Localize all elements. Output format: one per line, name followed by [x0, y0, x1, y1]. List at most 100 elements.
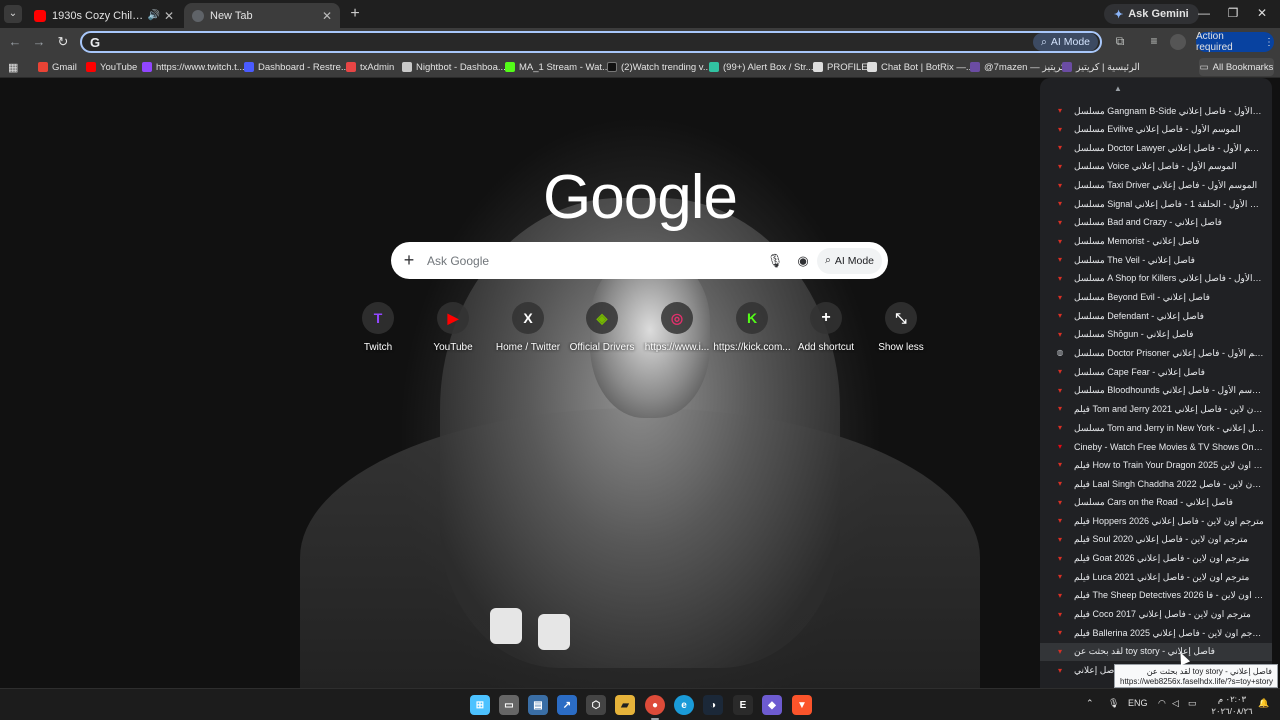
reload-button[interactable]: ↻ [54, 33, 72, 51]
shortcut-show-less[interactable]: ⤡ Show less [861, 302, 941, 353]
bookmark-streamlabs[interactable]: (99+) Alert Box / Str... [709, 60, 814, 74]
action-required-button[interactable]: Action required ⋮ [1196, 31, 1274, 53]
history-item[interactable]: ▾ فيلم Luca 2021 مترجم اون لاين - فاصل إع… [1040, 568, 1272, 586]
game-app-icon[interactable]: ◆ [762, 695, 782, 715]
notification-icon[interactable]: 🔔 [1258, 698, 1269, 709]
history-item[interactable]: ▾ مسلسل Memorist - فاصل إعلاني [1040, 233, 1272, 251]
clock[interactable]: ٠٢:٠٣ م ٢٠٢٦/٠٨/٢٦ [1210, 693, 1254, 717]
forward-button[interactable]: → [30, 33, 48, 51]
shortcut-youtube[interactable]: ▶ YouTube [413, 302, 493, 353]
close-tab-icon[interactable]: ✕ [322, 9, 332, 23]
new-tab-button[interactable]: + [346, 5, 364, 23]
history-item[interactable]: ▾ فيلم Soul 2020 مترجم اون لاين - فاصل إع… [1040, 531, 1272, 549]
extensions-icon[interactable]: ⧉ [1112, 34, 1128, 50]
close-window-button[interactable]: ✕ [1255, 6, 1269, 20]
history-item[interactable]: ▾ فيلم Coco 2017 مترجم اون لاين - فاصل إع… [1040, 606, 1272, 624]
address-bar[interactable]: G ⌕ AI Mode [80, 31, 1102, 53]
apps-grid-icon[interactable]: ▦ [8, 60, 18, 74]
all-bookmarks-button[interactable]: ▭ All Bookmarks [1199, 58, 1274, 76]
history-item[interactable]: ▾ مسلسل Cars on the Road - فاصل إعلاني [1040, 494, 1272, 512]
epic-games-icon[interactable]: E [733, 695, 753, 715]
back-button[interactable]: ← [6, 33, 24, 51]
task-view-icon[interactable]: ▭ [499, 695, 519, 715]
restore-button[interactable]: ❐ [1226, 6, 1240, 20]
history-item[interactable]: ▾ فيلم Hoppers 2026 مترجم اون لاين - فاصل… [1040, 512, 1272, 530]
edge-icon[interactable]: e [674, 695, 694, 715]
shortcut-add[interactable]: + Add shortcut [786, 302, 866, 353]
history-item[interactable]: ◍ مسلسل Doctor Prisoner الموسم الأول - فا… [1040, 344, 1273, 362]
history-item[interactable]: ▾ فيلم Ballerina 2025 مترجم اون لاين - فا… [1040, 624, 1272, 642]
lens-icon[interactable]: ◉ [789, 253, 817, 269]
history-item[interactable]: ▾ مسلسل Voice الموسم الأول - فاصل إعلاني [1040, 158, 1272, 176]
shortcut-instagram[interactable]: ◎ https://www.i... [637, 302, 717, 353]
windows-start-icon[interactable]: ⊞ [470, 695, 490, 715]
minimize-button[interactable]: — [1197, 6, 1211, 20]
tab-new-tab[interactable]: New Tab ✕ [184, 3, 340, 28]
history-item[interactable]: ▾ فيلم Laal Singh Chaddha 2022 مترجم اون … [1040, 475, 1272, 493]
history-item[interactable]: ▾ Cineby - Watch Free Movies & TV Shows O… [1040, 438, 1272, 456]
shortcut-official-drivers[interactable]: ◈ Official Drivers [562, 302, 642, 353]
language-indicator[interactable]: ENG [1128, 698, 1148, 708]
bookmark-twitch[interactable]: https://www.twitch.t... [142, 60, 245, 74]
history-item[interactable]: ▾ فيلم Goat 2026 مترجم اون لاين - فاصل إع… [1040, 550, 1272, 568]
profile-avatar[interactable] [1170, 34, 1186, 50]
history-item[interactable]: ▾ مسلسل Bloodhounds الموسم الأول - فاصل إ… [1040, 382, 1272, 400]
bookmark-nightbot[interactable]: Nightbot - Dashboa... [402, 60, 506, 74]
bookmark-kick[interactable]: MA_1 Stream - Wat... [505, 60, 610, 74]
bookmark-profile[interactable]: PROFILE [813, 60, 868, 74]
bookmark-kreatez-home[interactable]: الرئيسية | كريتيز [1062, 60, 1140, 74]
file-explorer-icon[interactable]: ▰ [615, 695, 635, 715]
omnibox-ai-mode-button[interactable]: ⌕ AI Mode [1033, 33, 1098, 51]
brave-icon[interactable]: ▼ [792, 695, 812, 715]
wifi-icon[interactable]: ◠ [1158, 698, 1166, 709]
history-item[interactable]: ▾ مسلسل Beyond Evil - فاصل إعلاني [1040, 289, 1272, 307]
ask-gemini-button[interactable]: ✦ Ask Gemini [1104, 4, 1199, 24]
history-item[interactable]: ▾ مسلسل Shōgun - فاصل إعلاني [1040, 326, 1272, 344]
volume-icon[interactable]: ◁ [1172, 698, 1179, 709]
battery-icon[interactable]: ▭ [1188, 698, 1197, 709]
plus-icon[interactable]: + [391, 250, 427, 271]
history-item[interactable]: ▾ مسلسل Cape Fear - فاصل إعلاني [1040, 363, 1272, 381]
bookmark-tiktok[interactable]: (2)Watch trending v... [607, 60, 711, 74]
history-item[interactable]: ▾ مسلسل A Shop for Killers الموسم الأول -… [1040, 270, 1272, 288]
speaker-icon[interactable]: 🔊 [147, 10, 159, 21]
history-item[interactable]: ▾ لقد بحثت عن toy story - فاصل إعلاني [1040, 642, 1272, 661]
history-item[interactable]: ▾ مسلسل Gangnam B-Side الموسم الأول - فاص… [1040, 102, 1272, 120]
history-item[interactable]: ▾ فيلم Tom and Jerry 2021 مترجم اون لاين … [1040, 400, 1272, 418]
tray-chevron-icon[interactable]: ⌃ [1086, 698, 1094, 709]
history-item[interactable]: ▾ مسلسل Evilive الموسم الأول - فاصل إعلان… [1040, 121, 1272, 139]
history-item[interactable]: ▾ مسلسل Signal الموسم الأول - الحلقة 1 - … [1040, 195, 1272, 213]
shortcut-twitter[interactable]: X Home / Twitter [488, 302, 568, 353]
history-item[interactable]: ▾ فيلم How to Train Your Dragon 2025 مترج… [1040, 456, 1272, 474]
bookmark-gmail[interactable]: Gmail [38, 60, 77, 74]
shortcut-twitch[interactable]: T Twitch [338, 302, 418, 353]
history-item[interactable]: ▾ مسلسل Taxi Driver الموسم الأول - فاصل إ… [1040, 177, 1272, 195]
bookmark-kreatez-profile[interactable]: @7mazen — كريتيز [970, 60, 1066, 74]
media-control-icon[interactable]: ≡ [1146, 34, 1162, 50]
bookmark-txadmin[interactable]: txAdmin [346, 60, 394, 74]
store-icon[interactable]: ▤ [528, 695, 548, 715]
history-item[interactable]: ▾ مسلسل The Veil - فاصل إعلاني [1040, 251, 1272, 269]
bookmark-botrix[interactable]: Chat Bot | BotRix —... [867, 60, 974, 74]
history-item[interactable]: ▾ فيلم The Sheep Detectives 2026 مترجم او… [1040, 587, 1272, 605]
bookmark-restream[interactable]: Dashboard - Restre... [244, 60, 349, 74]
history-item[interactable]: ▾ مسلسل Doctor Lawyer الموسم الأول - فاصل… [1040, 139, 1272, 157]
shortcut-kick[interactable]: K https://kick.com... [712, 302, 792, 353]
microphone-icon[interactable]: 🎙 [761, 253, 789, 269]
tab-youtube[interactable]: 1930s Cozy Chill Jazz Mood 🔊 ✕ [26, 3, 182, 28]
scroll-up-icon[interactable]: ▲ [1114, 84, 1122, 93]
close-tab-icon[interactable]: ✕ [164, 9, 174, 23]
history-item[interactable]: ▾ مسلسل Bad and Crazy - فاصل إعلاني [1040, 214, 1272, 232]
address-input[interactable] [105, 35, 1033, 49]
history-item[interactable]: ▾ مسلسل Tom and Jerry in New York - فاصل … [1040, 419, 1272, 437]
tab-search-button[interactable]: ⌄ [4, 5, 22, 23]
history-item[interactable]: ▾ مسلسل Defendant - فاصل إعلاني [1040, 307, 1272, 325]
ai-mode-button[interactable]: ⌕ AI Mode [817, 247, 882, 274]
chrome-taskbar-icon[interactable]: ● [645, 695, 665, 720]
bookmark-youtube[interactable]: YouTube [86, 60, 137, 74]
search-box[interactable]: + Ask Google 🎙 ◉ ⌕ AI Mode [391, 242, 888, 279]
app-icon[interactable]: ↗ [557, 695, 577, 715]
app-icon[interactable]: ⬡ [586, 695, 606, 715]
steam-icon[interactable]: ◑ [703, 695, 723, 715]
microphone-tray-icon[interactable]: 🎙 [1108, 698, 1119, 709]
